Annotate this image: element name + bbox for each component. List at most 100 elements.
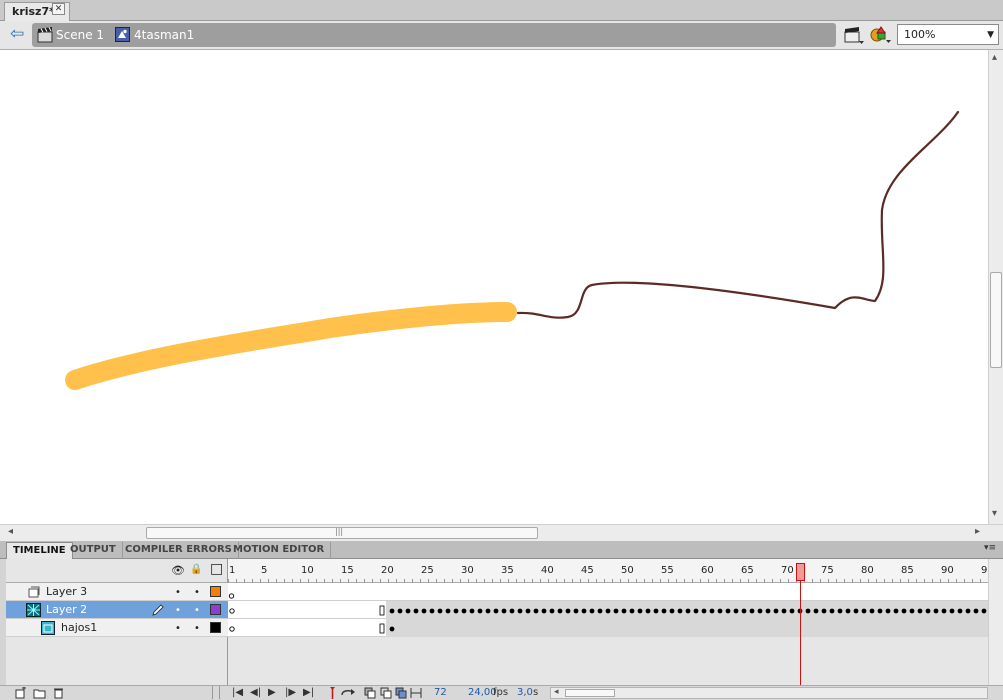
keyframe[interactable] bbox=[629, 608, 635, 614]
keyframe[interactable] bbox=[725, 608, 731, 614]
visibility-toggle[interactable]: • bbox=[175, 587, 181, 598]
lock-toggle[interactable]: • bbox=[194, 623, 200, 634]
keyframe[interactable] bbox=[477, 608, 483, 614]
layer-name[interactable]: Layer 3 bbox=[46, 585, 87, 598]
keyframe[interactable] bbox=[637, 608, 643, 614]
keyframe[interactable] bbox=[925, 608, 931, 614]
modify-onion-markers-icon[interactable] bbox=[410, 687, 422, 699]
keyframe[interactable] bbox=[501, 608, 507, 614]
keyframe[interactable] bbox=[581, 608, 587, 614]
keyframe[interactable] bbox=[677, 608, 683, 614]
empty-keyframe[interactable] bbox=[229, 626, 235, 632]
frame-row-hajos1[interactable] bbox=[228, 619, 988, 637]
panel-menu-icon[interactable]: ▾≡ bbox=[984, 543, 996, 553]
keyframe[interactable] bbox=[749, 608, 755, 614]
keyframe[interactable] bbox=[821, 608, 827, 614]
keyframe[interactable] bbox=[549, 608, 555, 614]
keyframe[interactable] bbox=[933, 608, 939, 614]
last-frame-button[interactable]: ▶| bbox=[303, 687, 314, 698]
outline-color-swatch[interactable] bbox=[210, 622, 221, 633]
lock-toggle[interactable]: • bbox=[194, 587, 200, 598]
scroll-right-icon[interactable]: ▸ bbox=[975, 526, 980, 537]
keyframe[interactable] bbox=[509, 608, 515, 614]
layer-row-hajos1[interactable]: hajos1 • • bbox=[6, 619, 228, 637]
keyframe[interactable] bbox=[773, 608, 779, 614]
new-layer-icon[interactable] bbox=[15, 687, 27, 699]
keyframe[interactable] bbox=[541, 608, 547, 614]
keyframe[interactable] bbox=[405, 608, 411, 614]
edit-symbols-icon[interactable] bbox=[869, 25, 893, 46]
keyframe[interactable] bbox=[709, 608, 715, 614]
timeline-horizontal-scrollbar[interactable]: ◂ bbox=[550, 687, 988, 699]
scroll-left-icon[interactable]: ◂ bbox=[8, 526, 13, 537]
keyframe[interactable] bbox=[733, 608, 739, 614]
frame-span[interactable] bbox=[228, 619, 988, 637]
step-back-button[interactable]: ◀| bbox=[250, 687, 261, 698]
empty-keyframe[interactable] bbox=[228, 592, 236, 600]
frame-span-background[interactable] bbox=[386, 619, 988, 637]
keyframe[interactable] bbox=[949, 608, 955, 614]
timeline-scroll-thumb[interactable] bbox=[565, 689, 615, 697]
lock-all-icon[interactable]: 🔒 bbox=[190, 564, 202, 575]
frame-row-layer-3[interactable] bbox=[228, 583, 988, 601]
frame-span[interactable] bbox=[228, 601, 988, 619]
keyframe[interactable] bbox=[605, 608, 611, 614]
keyframe[interactable] bbox=[845, 608, 851, 614]
play-button[interactable]: ▶ bbox=[268, 687, 276, 698]
keyframe[interactable] bbox=[389, 626, 395, 632]
frame-area[interactable]: 1 5 10 15 20 25 30 35 40 45 50 55 60 65 70 75 80 85 90 9 bbox=[228, 559, 988, 687]
keyframe[interactable] bbox=[557, 608, 563, 614]
keyframe[interactable] bbox=[917, 608, 923, 614]
tab-output[interactable]: OUTPUT bbox=[64, 542, 123, 559]
keyframe[interactable] bbox=[701, 608, 707, 614]
keyframe[interactable] bbox=[885, 608, 891, 614]
keyframe[interactable] bbox=[437, 608, 443, 614]
stage-horizontal-scrollbar[interactable]: ◂ ||| ▸ bbox=[0, 524, 1003, 541]
keyframe[interactable] bbox=[613, 608, 619, 614]
keyframe[interactable] bbox=[533, 608, 539, 614]
current-frame-value[interactable]: 72 bbox=[434, 687, 447, 698]
keyframe[interactable] bbox=[765, 608, 771, 614]
new-folder-icon[interactable] bbox=[33, 687, 46, 699]
keyframe[interactable] bbox=[829, 608, 835, 614]
edit-multiple-frames-icon[interactable] bbox=[395, 687, 407, 699]
keyframe[interactable] bbox=[805, 608, 811, 614]
thick-orange-stroke[interactable] bbox=[65, 302, 517, 390]
frame-ruler[interactable]: 1 5 10 15 20 25 30 35 40 45 50 55 60 65 70 75 80 85 90 9 bbox=[228, 559, 988, 583]
timeline-vertical-scrollbar[interactable] bbox=[988, 559, 1003, 687]
keyframe[interactable] bbox=[757, 608, 763, 614]
keyframe[interactable] bbox=[445, 608, 451, 614]
step-forward-button[interactable]: |▶ bbox=[285, 687, 296, 698]
elapsed-time-value[interactable]: 3,0 bbox=[517, 687, 533, 698]
visibility-toggle[interactable]: • bbox=[175, 623, 181, 634]
breadcrumb-symbol[interactable]: 4tasman1 bbox=[134, 28, 194, 42]
first-frame-button[interactable]: |◀ bbox=[232, 687, 243, 698]
keyframe[interactable] bbox=[645, 608, 651, 614]
keyframe[interactable] bbox=[429, 608, 435, 614]
show-hide-all-icon[interactable]: 👁 bbox=[171, 564, 185, 577]
frame-row-layer-2[interactable] bbox=[228, 601, 988, 619]
keyframe[interactable] bbox=[957, 608, 963, 614]
stage-vertical-scrollbar[interactable]: ▴ ▾ bbox=[988, 50, 1003, 524]
keyframe[interactable] bbox=[573, 608, 579, 614]
keyframe[interactable] bbox=[853, 608, 859, 614]
playhead[interactable] bbox=[796, 563, 805, 581]
empty-keyframe[interactable] bbox=[229, 608, 235, 614]
keyframe[interactable] bbox=[661, 608, 667, 614]
tab-compiler-errors[interactable]: COMPILER ERRORS bbox=[119, 542, 239, 559]
thin-brown-stroke[interactable] bbox=[516, 110, 960, 319]
end-frame[interactable] bbox=[379, 623, 385, 634]
keyframe[interactable] bbox=[493, 608, 499, 614]
keyframe[interactable] bbox=[517, 608, 523, 614]
edit-scene-icon[interactable] bbox=[843, 26, 865, 46]
layer-row-layer-3[interactable]: Layer 3 • • bbox=[6, 583, 228, 601]
keyframe[interactable] bbox=[413, 608, 419, 614]
lock-toggle[interactable]: • bbox=[194, 605, 200, 616]
keyframe[interactable] bbox=[389, 608, 395, 614]
keyframe[interactable] bbox=[565, 608, 571, 614]
center-frame-icon[interactable] bbox=[328, 687, 337, 699]
scroll-down-icon[interactable]: ▾ bbox=[992, 508, 997, 519]
keyframe[interactable] bbox=[837, 608, 843, 614]
keyframe[interactable] bbox=[485, 608, 491, 614]
layer-name[interactable]: Layer 2 bbox=[46, 603, 87, 616]
